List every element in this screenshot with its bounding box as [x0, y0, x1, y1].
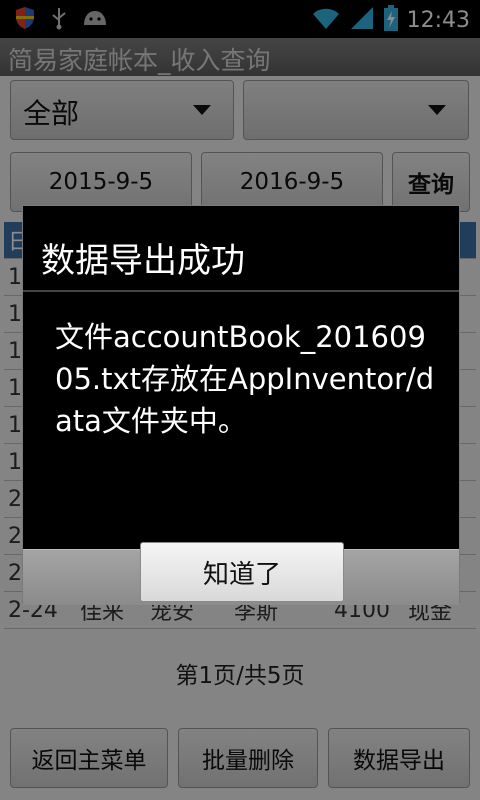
dialog-button-bar: 知道了	[23, 542, 459, 605]
dialog-message: 文件accountBook_20160905.txt存放在AppInventor…	[55, 320, 435, 438]
dialog-title: 数据导出成功	[41, 241, 245, 281]
ok-button[interactable]: 知道了	[140, 542, 344, 602]
export-success-dialog: 数据导出成功 文件accountBook_20160905.txt存放在AppI…	[22, 205, 460, 605]
dialog-divider	[23, 290, 459, 292]
